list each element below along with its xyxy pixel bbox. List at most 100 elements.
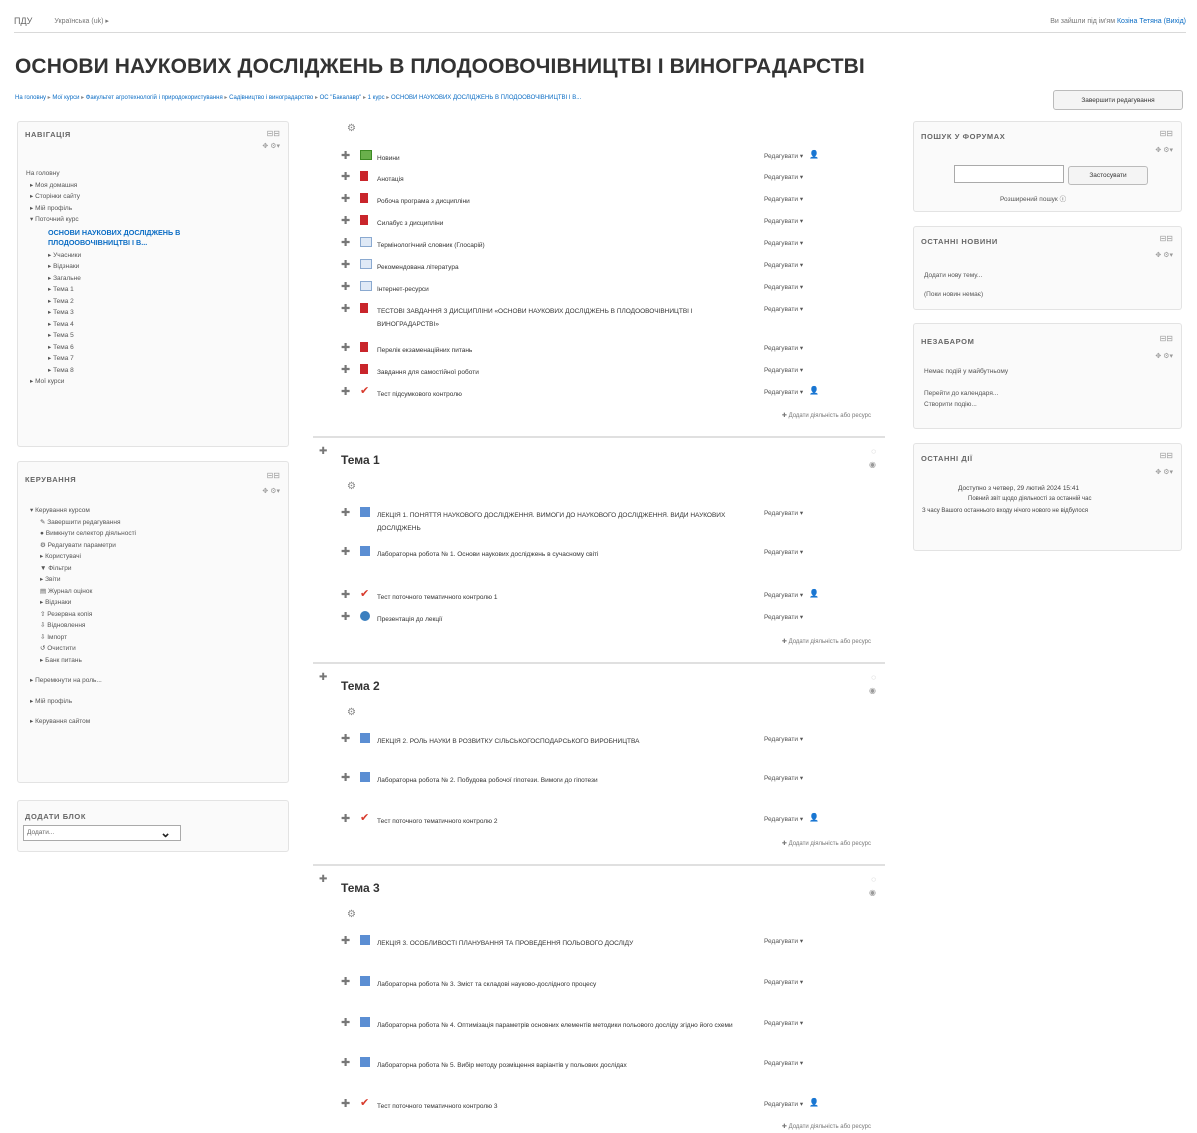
activity-link[interactable]: Тест поточного тематичного контролю 2 <box>377 815 727 828</box>
go-to-calendar-link[interactable]: Перейти до календаря... <box>924 390 998 397</box>
nav-item-topic-4[interactable]: ▸ Тема 4 <box>26 319 248 331</box>
nav-item-topic-6[interactable]: ▸ Тема 6 <box>26 342 248 354</box>
activity-link[interactable]: Силабус з дисципліни <box>377 217 727 230</box>
dock-icon[interactable]: ⊟⊟ <box>1160 234 1173 243</box>
edit-menu[interactable]: Редагувати ▾ <box>764 366 803 374</box>
nav-item-topic-1[interactable]: ▸ Тема 1 <box>26 284 248 296</box>
move-icon[interactable]: ✚ <box>341 282 350 293</box>
user-name-link[interactable]: Козіна Тетяна <box>1117 18 1162 25</box>
edit-menu[interactable]: Редагувати ▾ <box>764 1059 803 1067</box>
move-section-icon[interactable]: ✚ <box>319 446 327 457</box>
edit-menu[interactable]: Редагувати ▾ <box>764 509 803 517</box>
dock-icon[interactable]: ⊟⊟ <box>1160 129 1173 138</box>
edit-menu[interactable]: Редагувати ▾ <box>764 1019 803 1027</box>
edit-menu[interactable]: Редагувати ▾ <box>764 217 803 225</box>
eye-icon[interactable]: ◉ <box>869 686 876 695</box>
admin-filters[interactable]: ▼ Фільтри <box>26 563 136 575</box>
activity-link[interactable]: Тест поточного тематичного контролю 1 <box>377 591 727 604</box>
nav-item-current-course[interactable]: ▾ Поточний курс <box>26 214 248 226</box>
activity-link[interactable]: ЛЕКЦІЯ 2. РОЛЬ НАУКИ В РОЗВИТКУ СІЛЬСЬКО… <box>377 735 727 748</box>
admin-course-administration[interactable]: ▾ Керування курсом <box>26 505 136 517</box>
activity-link[interactable]: Лабораторна робота № 2. Побудова робочої… <box>377 774 727 787</box>
admin-reset[interactable]: ↺ Очистити <box>26 643 136 655</box>
move-config-icon[interactable]: ✥ ⚙▾ <box>262 142 280 150</box>
admin-gradebook[interactable]: ▤ Журнал оцінок <box>26 586 136 598</box>
gear-icon[interactable]: ⚙ <box>347 707 356 718</box>
move-icon[interactable]: ✚ <box>341 936 350 947</box>
move-icon[interactable]: ✚ <box>341 151 350 162</box>
activity-link[interactable]: Термінологічний словник (Глосарій) <box>377 239 727 252</box>
groups-icon[interactable]: 👤 <box>809 1098 819 1107</box>
dock-icon[interactable]: ⊟⊟ <box>267 471 280 480</box>
breadcrumb-item[interactable]: Мої курси <box>52 95 79 101</box>
activity-link[interactable]: Лабораторна робота № 4. Оптимізація пара… <box>377 1019 747 1032</box>
admin-edit-settings[interactable]: ⚙ Редагувати параметри <box>26 540 136 552</box>
admin-question-bank[interactable]: ▸ Банк питань <box>26 655 136 667</box>
add-new-topic-link[interactable]: Додати нову тему... <box>924 272 982 279</box>
edit-menu[interactable]: Редагувати ▾ <box>764 239 803 247</box>
nav-course-link[interactable]: ОСНОВИ НАУКОВИХ ДОСЛІДЖЕНЬ В ПЛОДООВОЧІВ… <box>48 228 180 247</box>
edit-menu[interactable]: Редагувати ▾ <box>764 937 803 945</box>
edit-menu[interactable]: Редагувати ▾ <box>764 305 803 313</box>
admin-my-profile[interactable]: ▸ Мій профіль <box>26 696 136 708</box>
groups-icon[interactable]: 👤 <box>809 589 819 598</box>
move-section-icon[interactable]: ✚ <box>319 874 327 885</box>
move-config-icon[interactable]: ✥ ⚙▾ <box>1155 468 1173 476</box>
breadcrumb-item[interactable]: На головну <box>15 95 46 101</box>
move-icon[interactable]: ✚ <box>341 304 350 315</box>
activity-link[interactable]: Анотація <box>377 173 727 186</box>
activity-link[interactable]: Лабораторна робота № 3. Зміст та складов… <box>377 978 727 991</box>
groups-icon[interactable]: 👤 <box>809 386 819 395</box>
gear-icon[interactable]: ⚙ <box>347 909 356 920</box>
edit-menu[interactable]: Редагувати ▾ <box>764 283 803 291</box>
new-event-link[interactable]: Створити подію... <box>924 401 977 408</box>
edit-menu[interactable]: Редагувати ▾ <box>764 613 803 621</box>
nav-item-dashboard[interactable]: ▸ Моя домашня <box>26 180 248 192</box>
move-icon[interactable]: ✚ <box>341 216 350 227</box>
move-config-icon[interactable]: ✥ ⚙▾ <box>1155 352 1173 360</box>
edit-menu[interactable]: Редагувати ▾ <box>764 173 803 181</box>
move-config-icon[interactable]: ✥ ⚙▾ <box>262 487 280 495</box>
groups-icon[interactable]: 👤 <box>809 150 819 159</box>
gear-icon[interactable]: ⚙ <box>347 123 356 134</box>
move-icon[interactable]: ✚ <box>341 365 350 376</box>
nav-item-topic-5[interactable]: ▸ Тема 5 <box>26 330 248 342</box>
edit-menu[interactable]: Редагувати ▾ <box>764 978 803 986</box>
activity-link[interactable]: Презентація до лекції <box>377 613 727 626</box>
move-icon[interactable]: ✚ <box>341 612 350 623</box>
admin-users[interactable]: ▸ Користувачі <box>26 551 136 563</box>
activity-link[interactable]: Рекомендована література <box>377 261 727 274</box>
activity-link[interactable]: Тест підсумкового контролю <box>377 388 727 401</box>
forum-search-input[interactable] <box>954 165 1064 183</box>
admin-turn-editing-off[interactable]: ✎ Завершити редагування <box>26 517 136 529</box>
edit-menu[interactable]: Редагувати ▾ <box>764 152 803 160</box>
dock-icon[interactable]: ⊟⊟ <box>1160 334 1173 343</box>
activity-link[interactable]: Робоча програма з дисципліни <box>377 195 727 208</box>
eye-icon[interactable]: ◉ <box>869 460 876 469</box>
full-report-link[interactable]: Повний звіт щодо діяльності за останній … <box>968 496 1091 502</box>
breadcrumb-item[interactable]: ОС "Бакалавр" <box>320 95 362 101</box>
move-icon[interactable]: ✚ <box>341 547 350 558</box>
edit-menu[interactable]: Редагувати ▾ <box>764 344 803 352</box>
highlight-icon[interactable]: ◌ <box>871 875 876 884</box>
activity-link[interactable]: ЛЕКЦІЯ 1. ПОНЯТТЯ НАУКОВОГО ДОСЛІДЖЕННЯ.… <box>377 509 727 535</box>
activity-link[interactable]: Лабораторна робота № 1. Основи наукових … <box>377 548 727 561</box>
move-icon[interactable]: ✚ <box>341 1058 350 1069</box>
nav-item-participants[interactable]: ▸ Учасники <box>26 250 248 262</box>
breadcrumb-item[interactable]: Факультет агротехнологій і природокорист… <box>86 95 223 101</box>
admin-switch-role[interactable]: ▸ Перемкнути на роль... <box>26 675 136 687</box>
dock-icon[interactable]: ⊟⊟ <box>267 129 280 138</box>
nav-item-topic-7[interactable]: ▸ Тема 7 <box>26 353 248 365</box>
admin-import[interactable]: ⇩ Імпорт <box>26 632 136 644</box>
gear-icon[interactable]: ⚙ <box>347 481 356 492</box>
nav-item-site-pages[interactable]: ▸ Сторінки сайту <box>26 191 248 203</box>
move-icon[interactable]: ✚ <box>341 590 350 601</box>
move-icon[interactable]: ✚ <box>341 814 350 825</box>
admin-site-administration[interactable]: ▸ Керування сайтом <box>26 716 136 728</box>
add-block-select[interactable]: Додати... ⌄ <box>23 825 181 841</box>
edit-menu[interactable]: Редагувати ▾ <box>764 548 803 556</box>
activity-link[interactable]: Лабораторна робота № 5. Вибір методу роз… <box>377 1059 727 1072</box>
edit-menu[interactable]: Редагувати ▾ <box>764 1100 803 1108</box>
breadcrumb-item[interactable]: Садівництво і виноградарство <box>229 95 313 101</box>
edit-menu[interactable]: Редагувати ▾ <box>764 815 803 823</box>
